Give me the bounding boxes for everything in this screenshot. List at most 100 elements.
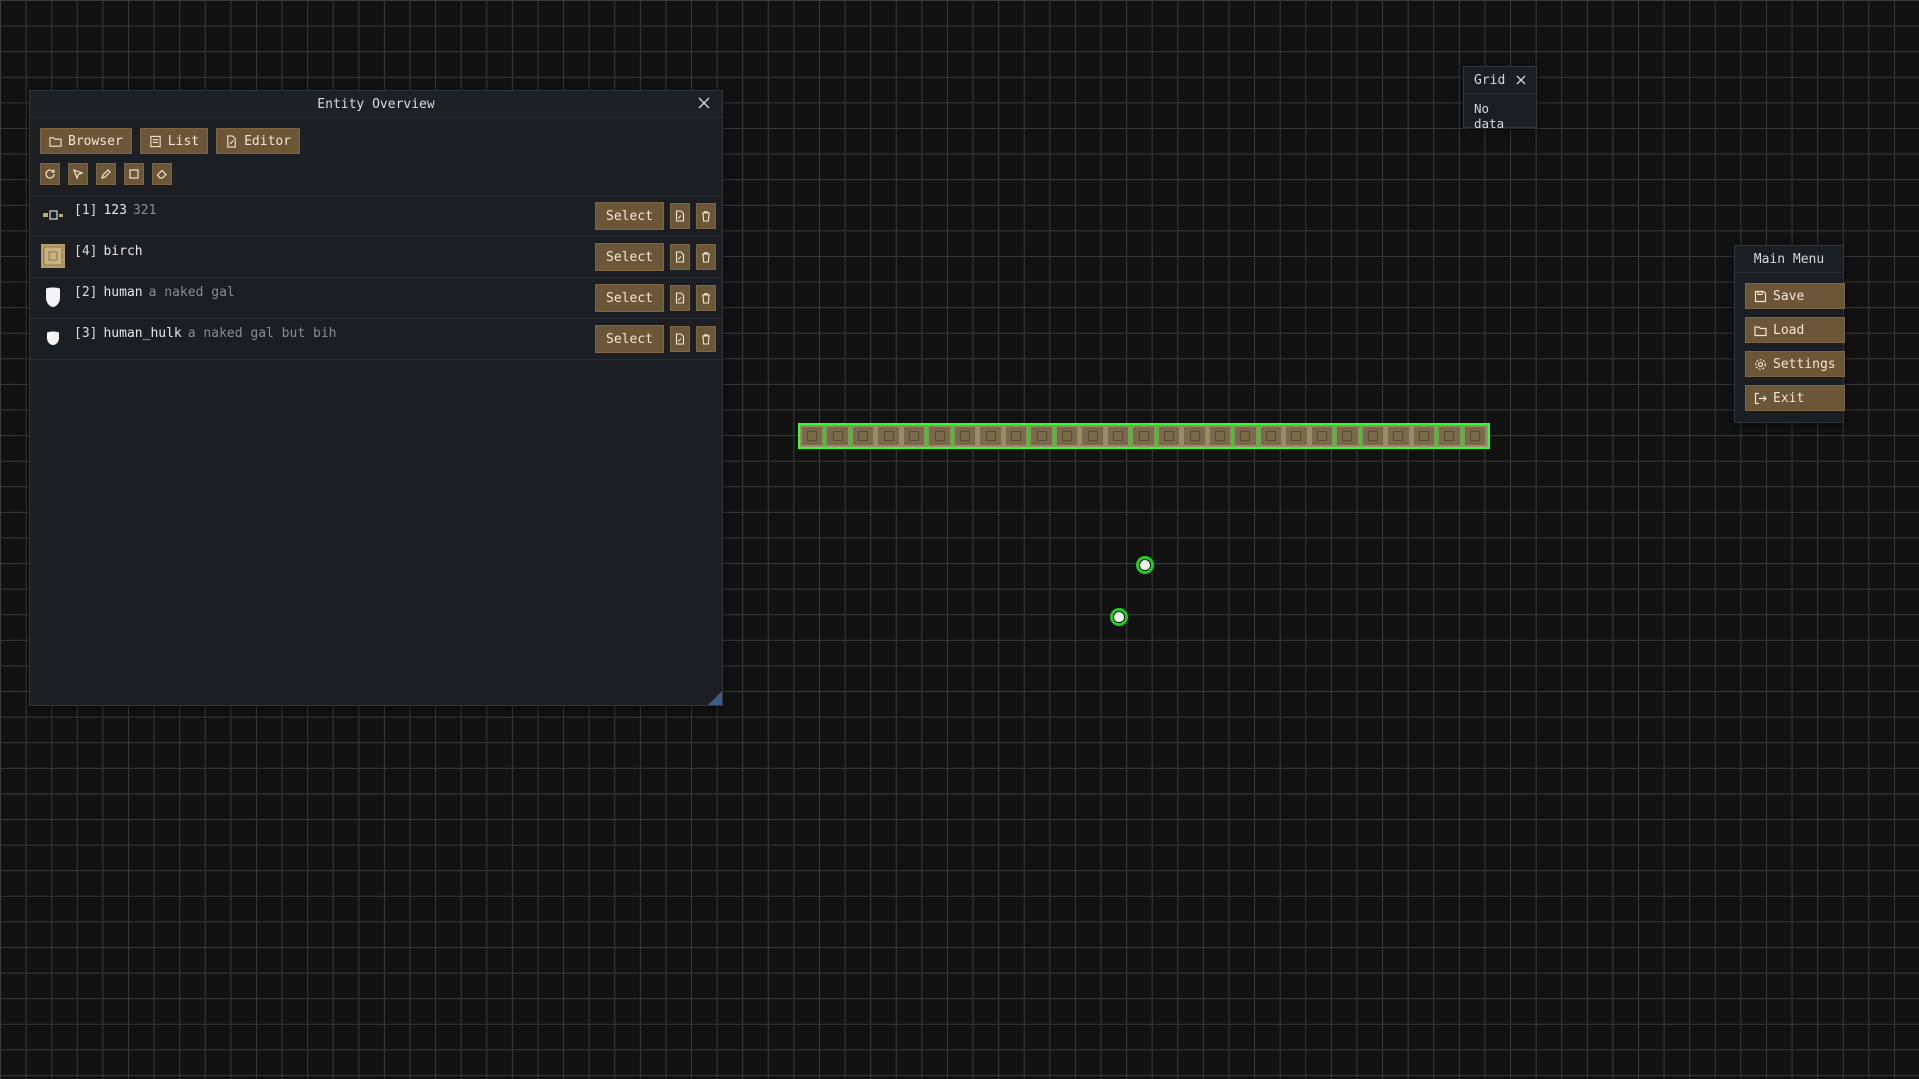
wood-tile[interactable]: [1003, 425, 1030, 447]
select-button[interactable]: Select: [595, 243, 664, 271]
wood-tile[interactable]: [1309, 425, 1336, 447]
human-entity-marker[interactable]: [1136, 556, 1154, 574]
wood-tile[interactable]: [1411, 425, 1438, 447]
list-item[interactable]: [3] human_hulk a naked gal but bih Select: [30, 318, 722, 360]
entity-description: a naked gal but bih: [187, 326, 337, 341]
wood-tile[interactable]: [1182, 425, 1208, 447]
tab-browser[interactable]: Browser: [40, 128, 132, 154]
select-button[interactable]: Select: [595, 325, 664, 353]
exit-icon: [1754, 392, 1767, 404]
list-item[interactable]: [1] 123 321 Select: [30, 195, 722, 236]
menu-label: Save: [1773, 288, 1805, 304]
wood-tile[interactable]: [1386, 425, 1412, 447]
save-button[interactable]: Save: [1745, 283, 1845, 309]
entity-name: human_hulk: [103, 326, 182, 341]
wood-tile[interactable]: [1080, 425, 1106, 447]
wood-tile[interactable]: [978, 425, 1004, 447]
folder-open-icon: [1754, 325, 1767, 336]
wood-tile[interactable]: [1029, 425, 1055, 447]
delete-button[interactable]: [696, 326, 716, 352]
wood-tile[interactable]: [1207, 425, 1234, 447]
refresh-icon: [45, 169, 55, 179]
entity-thumbnail: [40, 243, 66, 269]
select-button[interactable]: Select: [595, 202, 664, 230]
gear-icon: [1755, 358, 1766, 370]
edit-button[interactable]: [670, 203, 690, 229]
grid-titlebar[interactable]: Grid: [1464, 67, 1536, 94]
wood-tile[interactable]: [1462, 425, 1489, 447]
main-menu-titlebar[interactable]: Main Menu: [1735, 246, 1843, 273]
settings-button[interactable]: Settings: [1745, 351, 1845, 377]
wood-tile[interactable]: [1105, 425, 1132, 447]
selected-tile-strip[interactable]: [798, 423, 1490, 449]
delete-button[interactable]: [696, 285, 716, 311]
wood-tile[interactable]: [1131, 425, 1157, 447]
entity-index: [2]: [74, 285, 98, 300]
delete-button[interactable]: [696, 203, 716, 229]
exit-button[interactable]: Exit: [1745, 385, 1845, 411]
wood-tile[interactable]: [1335, 425, 1361, 447]
close-icon[interactable]: [696, 95, 712, 111]
wood-tile[interactable]: [927, 425, 953, 447]
entity-name: birch: [103, 244, 143, 259]
tab-label: List: [167, 133, 200, 149]
human-hulk-entity-marker[interactable]: [1110, 608, 1128, 626]
edit-button[interactable]: [670, 244, 690, 270]
wood-tile[interactable]: [1233, 425, 1259, 447]
grid-window: Grid No data: [1463, 66, 1537, 131]
pen-tool-button[interactable]: [96, 163, 116, 185]
wood-tile[interactable]: [901, 425, 928, 447]
wood-tile[interactable]: [952, 425, 979, 447]
wood-tile[interactable]: [1054, 425, 1081, 447]
wood-tile[interactable]: [800, 425, 826, 447]
list-item[interactable]: [4] birch Select: [30, 236, 722, 277]
refresh-button[interactable]: [40, 163, 60, 185]
trash-icon: [702, 334, 710, 345]
wood-tile[interactable]: [850, 425, 877, 447]
entity-overview-window: Entity Overview Browser List Editor [1] …: [29, 90, 723, 706]
edit-document-icon: [675, 210, 685, 222]
entity-overview-titlebar[interactable]: Entity Overview: [30, 91, 722, 118]
select-button[interactable]: Select: [595, 284, 664, 312]
rectangle-tool-button[interactable]: [124, 163, 144, 185]
edit-button[interactable]: [670, 326, 690, 352]
wood-tile[interactable]: [1156, 425, 1183, 447]
eraser-icon: [156, 169, 167, 179]
menu-label: Load: [1773, 322, 1805, 338]
entity-description: 321: [132, 203, 157, 218]
edit-document-icon: [675, 292, 685, 304]
list-item[interactable]: [2] human a naked gal Select: [30, 277, 722, 318]
edit-button[interactable]: [670, 285, 690, 311]
wood-tile[interactable]: [1360, 425, 1387, 447]
resize-handle[interactable]: [708, 691, 722, 705]
close-icon[interactable]: [1515, 74, 1527, 86]
tab-label: Browser: [68, 133, 123, 149]
entity-thumbnail: [40, 202, 66, 228]
window-title: Entity Overview: [317, 96, 435, 112]
pointer-tool-button[interactable]: [68, 163, 88, 185]
grid-info: No data: [1474, 101, 1505, 131]
entity-index: [3]: [74, 326, 98, 341]
trash-icon: [702, 211, 710, 222]
wood-tile[interactable]: [1258, 425, 1285, 447]
tab-list[interactable]: List: [139, 128, 209, 154]
main-menu-items: Save Load Settings Exit: [1745, 283, 1845, 411]
list-icon: [150, 135, 161, 147]
wood-tile[interactable]: [825, 425, 851, 447]
wood-tile[interactable]: [1437, 425, 1463, 447]
entity-description: a naked gal: [148, 285, 235, 300]
wood-tile[interactable]: [1284, 425, 1310, 447]
wood-tile-icon: [41, 244, 65, 268]
menu-label: Settings: [1773, 356, 1836, 372]
delete-button[interactable]: [696, 244, 716, 270]
folder-icon: [49, 136, 62, 147]
tab-editor[interactable]: Editor: [216, 128, 301, 154]
eraser-tool-button[interactable]: [152, 163, 172, 185]
edit-document-icon: [675, 333, 685, 345]
edit-document-icon: [227, 134, 236, 148]
wood-tile[interactable]: [876, 425, 902, 447]
entity-name: 123: [103, 203, 127, 218]
rectangle-icon: [129, 169, 139, 179]
load-button[interactable]: Load: [1745, 317, 1845, 343]
main-menu-window: Main Menu Save Load Settings Exit: [1734, 245, 1845, 423]
